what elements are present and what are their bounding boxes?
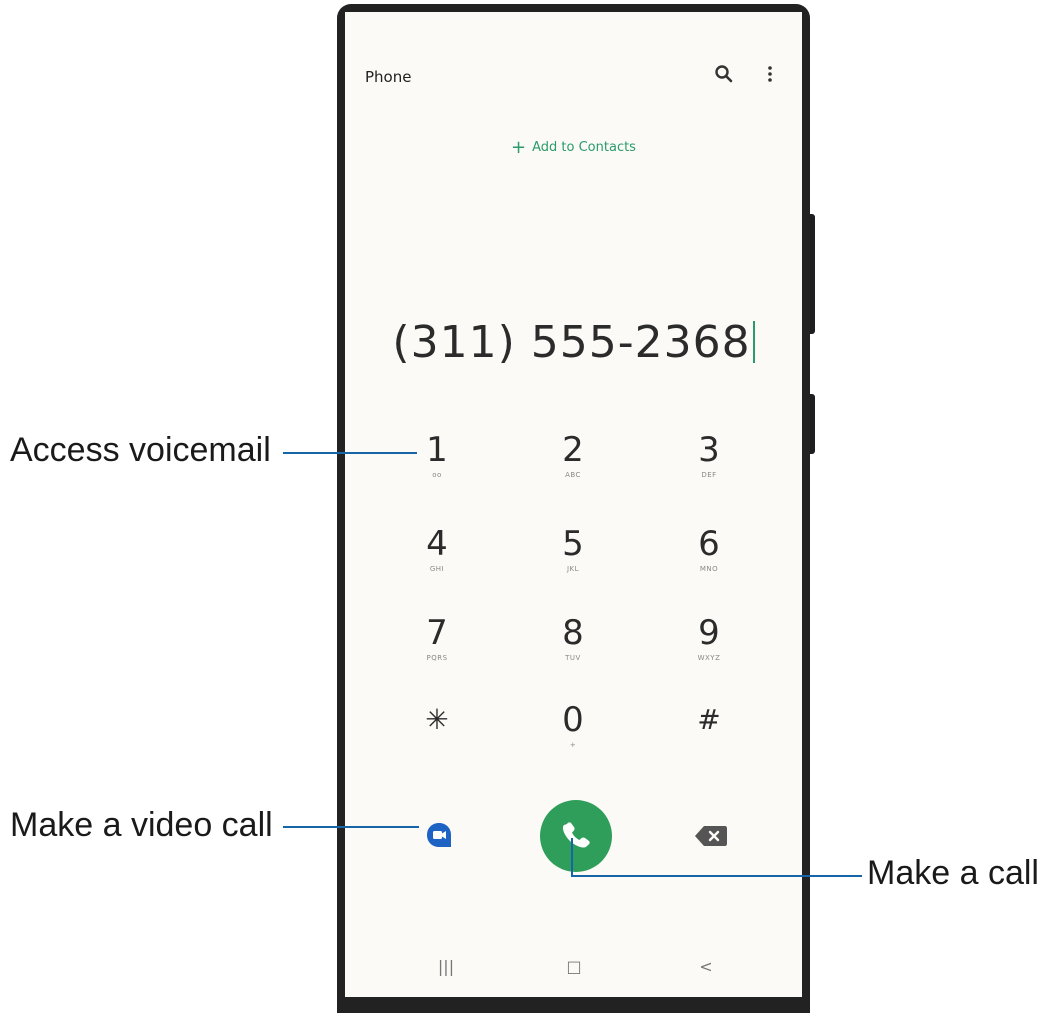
side-button-volume (810, 214, 815, 334)
search-icon[interactable] (713, 64, 735, 86)
key-letters: GHI (429, 565, 445, 573)
key-digit: # (697, 703, 721, 736)
text-cursor (752, 321, 755, 363)
key-digit: 5 (562, 524, 584, 564)
key-1[interactable]: 1 oo (392, 430, 482, 494)
add-to-contacts-button[interactable]: + Add to Contacts (345, 137, 802, 158)
key-letters: oo (432, 471, 442, 479)
side-button-power (810, 394, 815, 454)
key-digit: 3 (698, 430, 720, 470)
callout-line-voicemail (283, 452, 417, 454)
app-title: Phone (365, 68, 412, 86)
key-digit: 0 (562, 700, 584, 740)
key-hash[interactable]: # (664, 700, 754, 764)
key-digit: 8 (562, 613, 584, 653)
callout-access-voicemail: Access voicemail (10, 431, 271, 469)
back-icon: < (699, 957, 713, 976)
recents-icon: ||| (437, 957, 455, 976)
key-5[interactable]: 5 JKL (528, 524, 618, 588)
call-button[interactable] (540, 800, 612, 872)
key-digit: 7 (426, 613, 448, 653)
key-8[interactable]: 8 TUV (528, 613, 618, 677)
key-6[interactable]: 6 MNO (664, 524, 754, 588)
key-letters: WXYZ (697, 654, 721, 662)
key-2[interactable]: 2 ABC (528, 430, 618, 494)
phone-screen: Phone + Add to Contacts (311) 555-2368 1o… (345, 12, 802, 997)
callout-line-video-call (283, 826, 419, 828)
key-letters: JKL (566, 565, 580, 573)
add-to-contacts-label: Add to Contacts (532, 140, 636, 155)
key-3[interactable]: 3 DEF (664, 430, 754, 494)
key-digit: 6 (698, 524, 720, 564)
callout-video-call: Make a video call (10, 806, 273, 844)
key-9[interactable]: 9 WXYZ (664, 613, 754, 677)
more-vertical-icon[interactable] (759, 64, 781, 86)
nav-back-button[interactable]: < (691, 957, 721, 976)
dialed-number[interactable]: (311) 555-2368 (345, 317, 802, 368)
key-letters: ABC (565, 471, 581, 479)
key-letters: PQRS (426, 654, 448, 662)
home-icon: □ (566, 957, 582, 976)
plus-icon: + (511, 137, 527, 158)
key-4[interactable]: 4 GHI (392, 524, 482, 588)
nav-home-button[interactable]: □ (559, 957, 589, 976)
key-digit: 4 (426, 524, 448, 564)
key-0[interactable]: 0 + (528, 700, 618, 764)
key-letters: DEF (701, 471, 717, 479)
nav-recents-button[interactable]: ||| (431, 957, 461, 976)
phone-device: Phone + Add to Contacts (311) 555-2368 1o… (337, 4, 815, 1013)
key-digit: 2 (562, 430, 584, 470)
key-digit: 9 (698, 613, 720, 653)
backspace-icon[interactable] (694, 824, 728, 848)
phone-icon (562, 822, 590, 848)
callout-line-call-horizontal (571, 875, 862, 877)
callout-make-call: Make a call (867, 854, 1039, 892)
video-call-icon[interactable] (424, 820, 454, 850)
callout-line-call-vertical (571, 838, 573, 877)
key-letters: MNO (699, 565, 719, 573)
key-7[interactable]: 7 PQRS (392, 613, 482, 677)
key-letters: TUV (565, 654, 581, 662)
key-star[interactable]: ✳ (392, 700, 482, 764)
key-letters: + (569, 741, 577, 749)
key-digit: 1 (426, 430, 448, 470)
key-digit: ✳ (425, 703, 449, 736)
dialed-number-text: (311) 555-2368 (392, 317, 751, 368)
